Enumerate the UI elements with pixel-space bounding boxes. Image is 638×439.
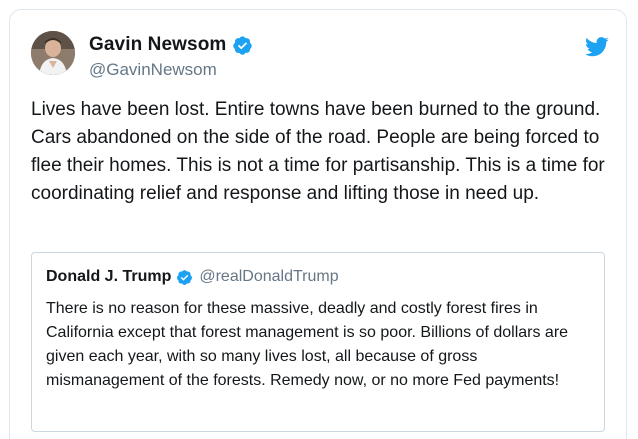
avatar-photo-icon	[31, 31, 75, 75]
tweet-header: Gavin Newsom @GavinNewsom	[31, 31, 611, 83]
verified-badge-icon	[177, 269, 193, 285]
verified-badge-icon	[233, 35, 253, 55]
display-name-row: Gavin Newsom	[89, 33, 253, 57]
quoted-author-handle[interactable]: @realDonaldTrump	[199, 268, 338, 286]
tweet-text: Lives have been lost. Entire towns have …	[31, 99, 605, 204]
avatar[interactable]	[31, 31, 75, 75]
quoted-tweet-header: Donald J. Trump @realDonaldTrump	[46, 266, 591, 288]
quoted-tweet-text: There is no reason for these massive, de…	[46, 300, 569, 389]
author-handle[interactable]: @GavinNewsom	[89, 60, 253, 80]
quoted-tweet[interactable]: Donald J. Trump @realDonaldTrump There i…	[31, 252, 605, 432]
author-block: Gavin Newsom @GavinNewsom	[89, 33, 253, 80]
tweet-card: Gavin Newsom @GavinNewsom Lives have bee…	[9, 9, 627, 439]
quoted-author-display-name[interactable]: Donald J. Trump	[46, 268, 171, 286]
author-display-name[interactable]: Gavin Newsom	[89, 34, 226, 56]
twitter-bird-icon[interactable]	[585, 37, 609, 57]
